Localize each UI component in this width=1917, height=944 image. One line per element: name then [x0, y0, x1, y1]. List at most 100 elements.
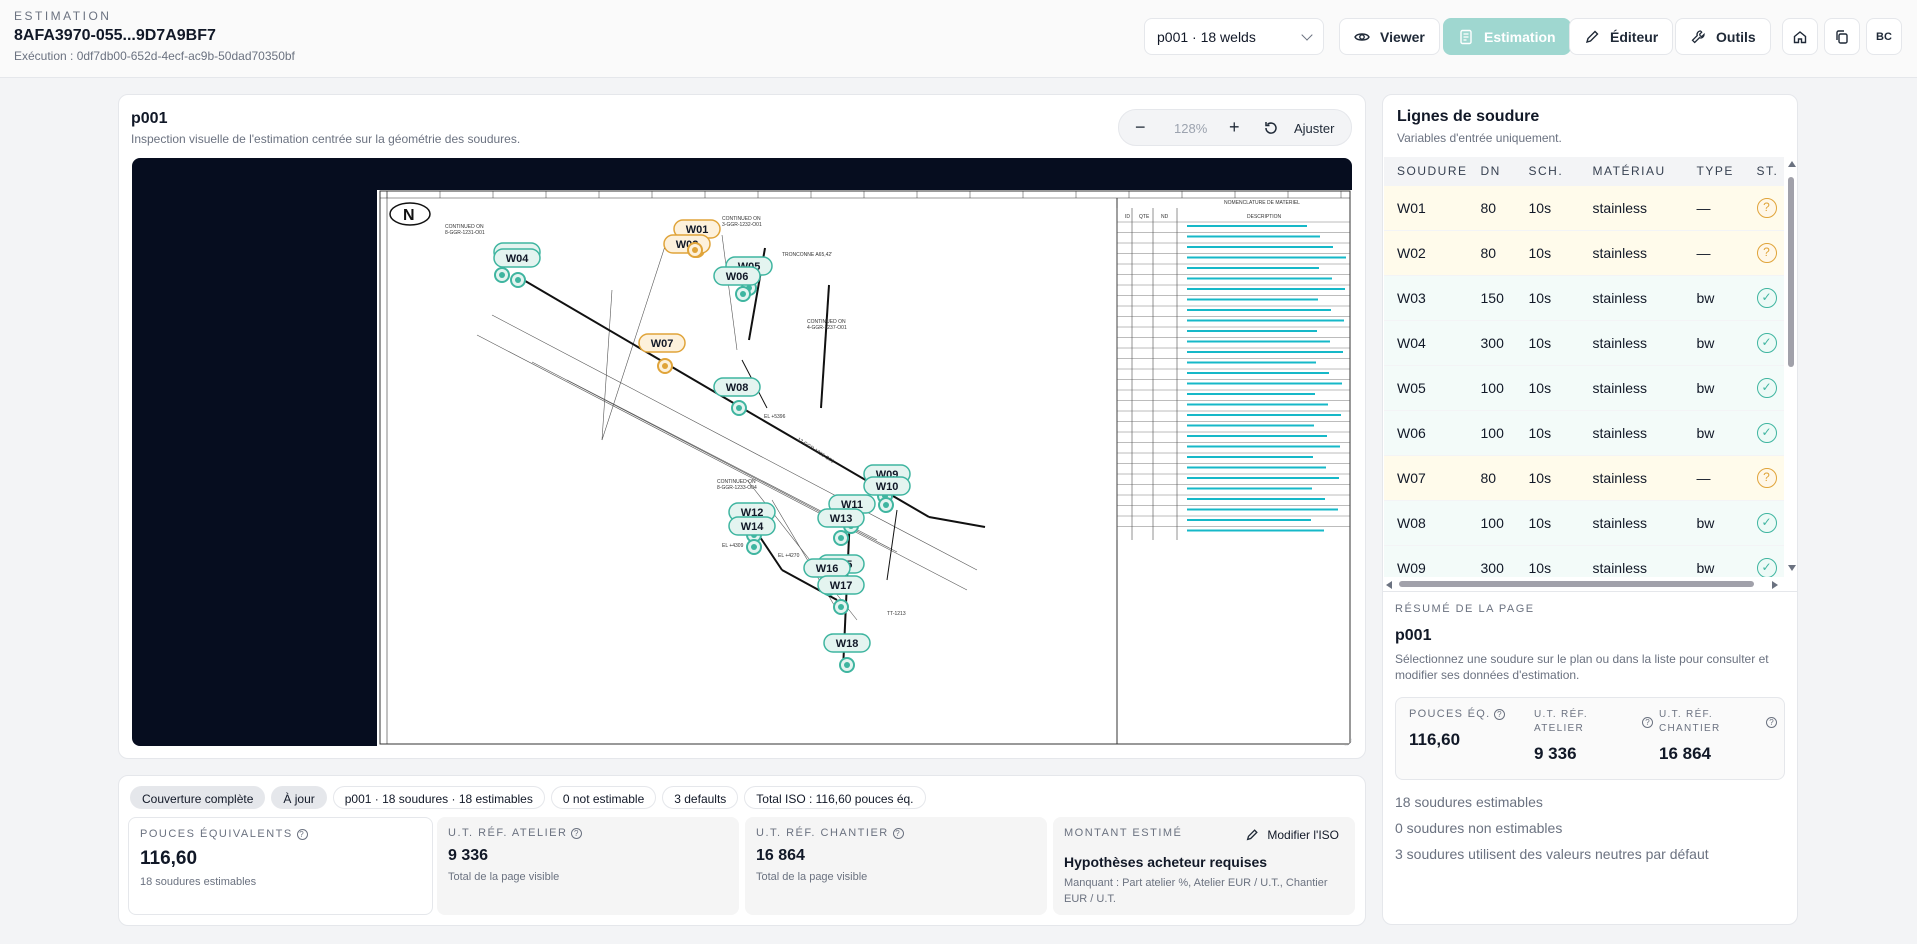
amount-missing: Manquant : Part atelier %, Atelier EUR /… [1064, 877, 1328, 905]
weld-marker-label: W16 [816, 563, 839, 575]
section-eyebrow: ESTIMATION [14, 9, 112, 23]
weld-row[interactable]: W06 100 10s stainless bw ✓ [1384, 409, 1784, 455]
weld-marker-label: W14 [741, 521, 765, 533]
pencil-icon [1585, 30, 1599, 43]
weld-row[interactable]: W08 100 10s stainless bw ✓ [1384, 499, 1784, 545]
weld-status-cell: ✓ [1743, 544, 1784, 577]
weld-material-cell: stainless [1579, 364, 1684, 410]
inches-stat: POUCES ÉQUIVALENTS? 116,60 18 soudures e… [128, 817, 433, 915]
ut-chantier-label: U.T. RÉF. CHANTIER [756, 827, 889, 839]
weld-dn-cell: 80 [1467, 184, 1516, 230]
weld-row[interactable]: W04 300 10s stainless bw ✓ [1384, 319, 1784, 365]
weld-type-cell: — [1683, 229, 1744, 275]
weld-material-cell: stainless [1579, 409, 1684, 455]
weld-point-dot [751, 544, 757, 550]
horizontal-scrollbar[interactable] [1384, 580, 1784, 589]
page-select[interactable]: p001 · 18 welds [1144, 18, 1324, 55]
copy-button[interactable] [1824, 18, 1860, 55]
weld-point-dot [692, 247, 698, 253]
user-avatar[interactable]: BC [1866, 18, 1902, 55]
help-icon[interactable]: ? [892, 827, 904, 839]
vertical-scroll-thumb[interactable] [1788, 177, 1794, 367]
weld-status-cell: ✓ [1743, 499, 1784, 545]
fit-button[interactable]: Ajuster [1294, 121, 1334, 136]
pencil-icon [1247, 829, 1259, 841]
weld-type-cell: bw [1683, 409, 1744, 455]
summary-atelier-label: U.T. RÉF. ATELIER [1534, 709, 1588, 734]
weld-marker[interactable]: W13 [817, 508, 865, 546]
weld-status-cell: ? [1743, 229, 1784, 275]
weld-dn-cell: 80 [1467, 454, 1516, 500]
weld-marker-label: W18 [836, 638, 859, 650]
drawing-note: TT-1213 [887, 611, 906, 617]
summary-line: 0 soudures non estimables [1395, 820, 1563, 836]
weld-point-dot [838, 604, 844, 610]
edit-iso-button[interactable]: Modifier l'ISO [1245, 828, 1339, 842]
weld-row[interactable]: W01 80 10s stainless —? [1384, 184, 1784, 230]
drawing-note: EL +4270 [778, 553, 800, 559]
weld-marker[interactable]: W17 [817, 575, 865, 615]
weld-panel-subtitle: Variables d'entrée uniquement. [1397, 131, 1562, 145]
weld-row[interactable]: W02 80 10s stainless —? [1384, 229, 1784, 275]
amount-title: Hypothèses acheteur requises [1064, 854, 1268, 870]
home-button[interactable] [1782, 18, 1818, 55]
zoom-in-button[interactable]: + [1229, 117, 1240, 138]
check-circle-icon: ✓ [1756, 377, 1777, 398]
estimation-label: Estimation [1484, 28, 1556, 45]
avatar-initials: BC [1876, 30, 1892, 43]
weld-marker[interactable]: W18 [823, 633, 871, 673]
wrench-icon [1691, 29, 1705, 43]
col-dn: DN [1467, 157, 1516, 185]
uptodate-chip: À jour [271, 786, 327, 809]
weld-row[interactable]: W09 300 10s stainless bw ✓ [1384, 544, 1784, 577]
weld-row[interactable]: W03 150 10s stainless bw ✓ [1384, 274, 1784, 320]
document-id: 8AFA3970-055...9D7A9BF7 [14, 27, 216, 44]
weld-marker-label: W10 [876, 481, 899, 493]
weld-type-cell: bw [1683, 274, 1744, 320]
not-estimable-chip: 0 not estimable [550, 786, 657, 809]
check-circle-icon: ✓ [1756, 332, 1777, 353]
coverage-chip: Couverture complète [130, 786, 266, 809]
summary-line: 18 soudures estimables [1395, 794, 1543, 810]
horizontal-scroll-thumb[interactable] [1399, 581, 1754, 587]
weld-point-dot [883, 502, 889, 508]
zoom-out-button[interactable]: − [1135, 117, 1146, 138]
help-icon[interactable]: ? [1494, 708, 1506, 720]
legend-col-nd: ND [1161, 214, 1169, 220]
weld-marker-label: W07 [651, 338, 674, 350]
weld-marker[interactable]: W08 [713, 377, 761, 416]
weld-dn-cell: 150 [1467, 274, 1516, 320]
north-arrow-label: N [403, 207, 415, 224]
divider [1383, 591, 1797, 592]
iso-drawing-sheet: NOMENCLATURE DE MATERIEL ID QTE ND DESCR… [377, 190, 1352, 746]
reset-icon[interactable] [1263, 120, 1279, 136]
editor-button[interactable]: Éditeur [1569, 18, 1674, 55]
help-icon[interactable]: ? [571, 827, 583, 839]
canvas-subtitle: Inspection visuelle de l'estimation cent… [131, 132, 521, 146]
help-icon[interactable]: ? [1642, 717, 1653, 728]
weld-sch-cell: 10s [1515, 544, 1580, 577]
tools-button[interactable]: Outils [1675, 18, 1771, 55]
ut-chantier-sub: Total de la page visible [756, 871, 868, 883]
weld-status-cell: ✓ [1743, 409, 1784, 455]
weld-marker[interactable]: W07 [638, 333, 686, 374]
ut-atelier-stat: U.T. RÉF. ATELIER? 9 336 Total de la pag… [437, 817, 739, 915]
weld-row[interactable]: W05 100 10s stainless bw ✓ [1384, 364, 1784, 410]
weld-row[interactable]: W07 80 10s stainless —? [1384, 454, 1784, 500]
weld-status-cell: ? [1743, 184, 1784, 230]
viewer-button[interactable]: Viewer [1339, 18, 1440, 55]
weld-material-cell: stainless [1579, 229, 1684, 275]
estimation-button[interactable]: Estimation [1443, 18, 1571, 55]
help-icon[interactable]: ? [296, 828, 308, 840]
weld-id-cell: W09 [1384, 544, 1468, 577]
help-icon[interactable]: ? [1766, 717, 1777, 728]
weld-sch-cell: 10s [1515, 364, 1580, 410]
weld-marker[interactable]: W06 [713, 266, 761, 302]
drawing-note: EL +5396 [764, 414, 786, 420]
weld-material-cell: stainless [1579, 499, 1684, 545]
defaults-chip: 3 defaults [662, 786, 739, 809]
page-select-value: p001 · 18 welds [1157, 29, 1256, 45]
weld-table-wrapper[interactable]: SOUDURE DN SCH. MATÉRIAU TYPE ST. W01 80 1… [1384, 157, 1784, 577]
drawing-viewer[interactable]: NOMENCLATURE DE MATERIEL ID QTE ND DESCR… [132, 158, 1352, 746]
vertical-scrollbar[interactable] [1787, 161, 1796, 577]
